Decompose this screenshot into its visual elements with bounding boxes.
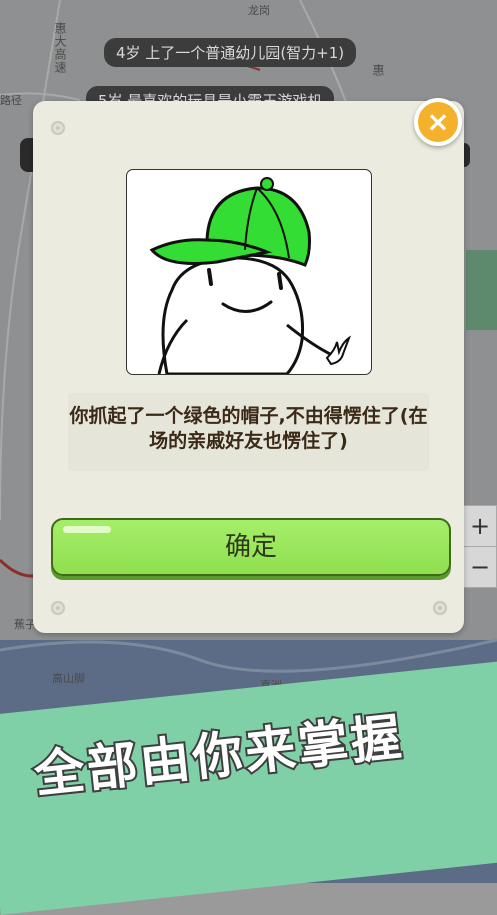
- map-label-huida: 惠大高速: [53, 22, 67, 74]
- close-button[interactable]: ×: [414, 98, 462, 146]
- close-icon: ×: [426, 105, 450, 138]
- screw-icon: [51, 601, 65, 615]
- event-illustration: [126, 169, 372, 375]
- confirm-button[interactable]: 确定: [51, 518, 451, 576]
- green-hat-character-illustration: [149, 177, 352, 374]
- zoom-in-button[interactable]: +: [464, 506, 496, 546]
- map-label-hui: 惠: [371, 64, 385, 77]
- screw-icon: [51, 121, 65, 135]
- map-label-gaoshan: 高山脚: [52, 672, 85, 685]
- screw-icon: [433, 601, 447, 615]
- confirm-button-label: 确定: [224, 532, 277, 562]
- life-log-entry: 4岁 上了一个普通幼儿园(智力+1): [104, 38, 357, 67]
- zoom-out-button[interactable]: −: [464, 546, 496, 587]
- event-message: 你抓起了一个绿色的帽子,不由得愣住了(在场的亲戚好友也愣住了): [69, 405, 428, 452]
- map-label-top: 龙岗: [248, 4, 270, 17]
- map-zoom-control: + −: [463, 505, 497, 588]
- map-label-road: 路径: [0, 94, 22, 107]
